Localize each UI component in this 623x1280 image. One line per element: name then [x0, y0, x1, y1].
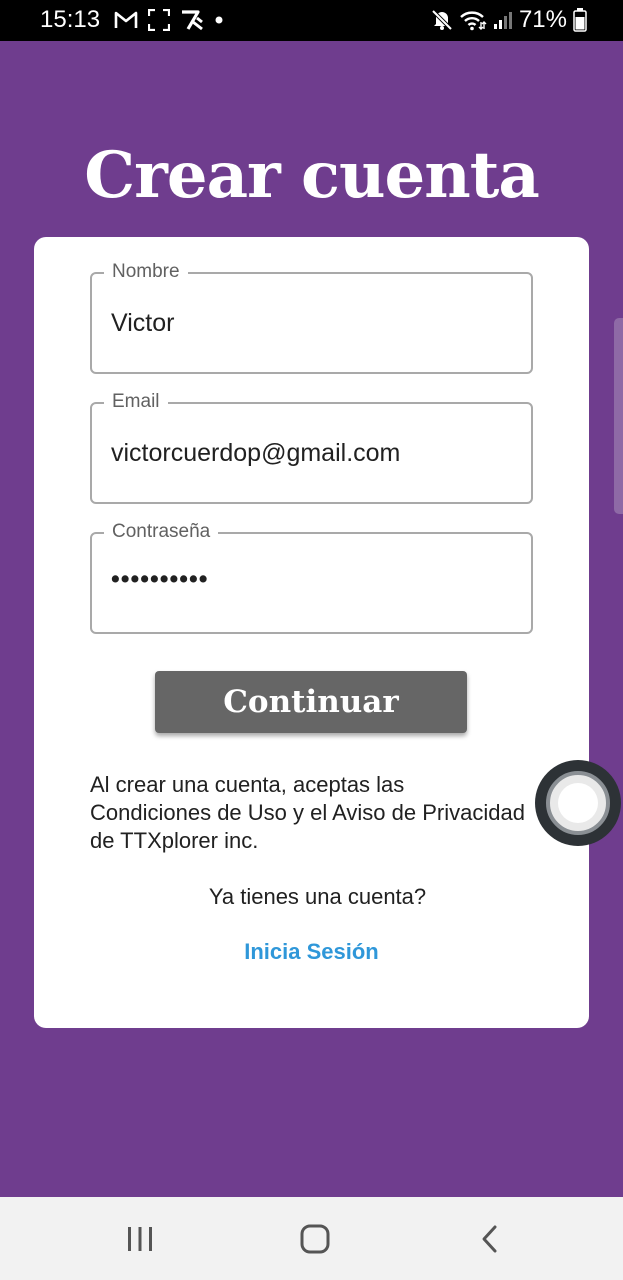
- navigation-bar: [0, 1197, 623, 1280]
- gmail-icon: [114, 10, 138, 30]
- mute-icon: [431, 9, 453, 31]
- password-field-value: ••••••••••: [111, 565, 209, 593]
- login-link[interactable]: Inicia Sesión: [34, 938, 589, 966]
- back-icon: [480, 1224, 500, 1254]
- recent-apps-button[interactable]: [120, 1219, 160, 1259]
- name-field-value: Victor: [111, 309, 175, 337]
- signal-icon: [493, 10, 513, 30]
- password-field[interactable]: Contraseña ••••••••••: [90, 520, 533, 634]
- app-notification-icon: [180, 9, 204, 31]
- signup-card: Nombre Victor Email victorcuerdop@gmail.…: [34, 237, 589, 1028]
- continue-button[interactable]: Continuar: [155, 671, 467, 733]
- status-left-icons: [114, 7, 224, 33]
- edge-panel-handle[interactable]: [614, 318, 623, 514]
- recent-apps-icon: [126, 1226, 154, 1252]
- assistive-touch-button[interactable]: [535, 760, 621, 846]
- assistive-core: [558, 783, 598, 823]
- page-title: Crear cuenta: [84, 138, 540, 213]
- dot-icon: [214, 15, 224, 25]
- assistive-ring: [546, 771, 610, 835]
- email-field-label: Email: [104, 390, 168, 414]
- email-field[interactable]: Email victorcuerdop@gmail.com: [90, 390, 533, 504]
- status-time: 15:13: [40, 6, 101, 33]
- status-right-icons: 71%: [431, 6, 587, 34]
- home-button[interactable]: [295, 1219, 335, 1259]
- home-icon: [299, 1223, 331, 1255]
- battery-percentage: 71%: [518, 6, 567, 33]
- back-button[interactable]: [470, 1219, 510, 1259]
- password-field-label: Contraseña: [104, 520, 219, 544]
- battery-icon: [573, 8, 587, 32]
- email-field-value: victorcuerdop@gmail.com: [111, 439, 401, 467]
- screenshot-icon: [148, 9, 170, 31]
- have-account-text: Ya tienes una cuenta?: [208, 884, 427, 909]
- name-field-label: Nombre: [104, 260, 188, 284]
- terms-text: Al crear una cuenta, aceptas las Condici…: [90, 772, 525, 853]
- name-field[interactable]: Nombre Victor: [90, 260, 533, 374]
- status-bar: 15:13 71%: [0, 0, 623, 41]
- wifi-icon: [459, 9, 487, 31]
